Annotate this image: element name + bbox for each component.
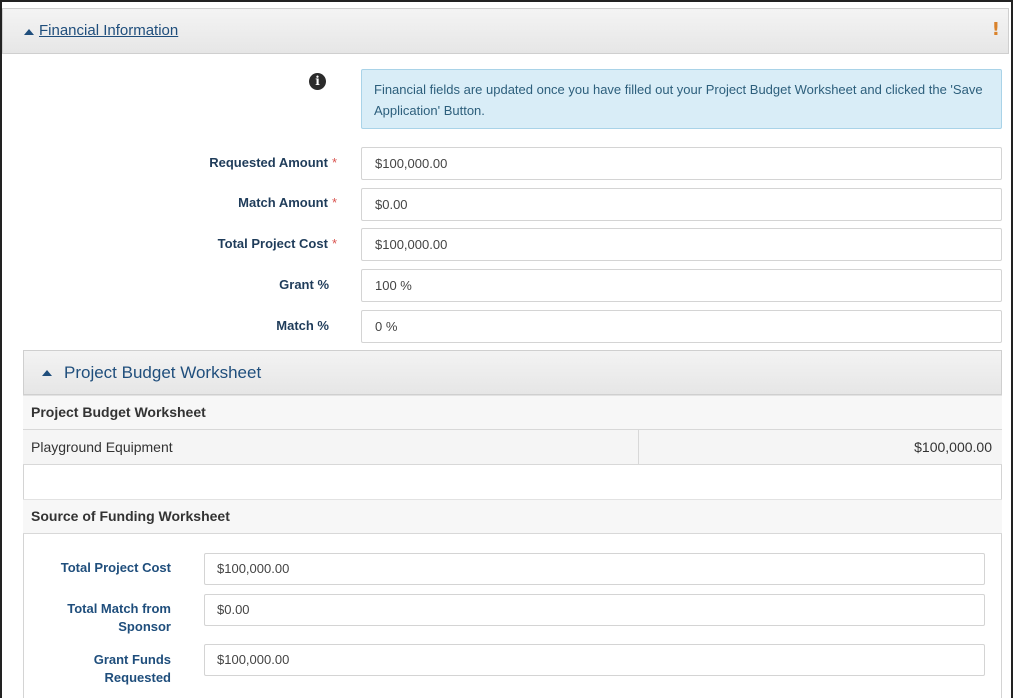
requested-amount-label: Requested Amount * xyxy=(209,155,337,170)
source-of-funding-heading: Source of Funding Worksheet xyxy=(23,499,1002,534)
total-match-from-sponsor-field[interactable]: $0.00 xyxy=(204,594,985,626)
caret-up-icon[interactable] xyxy=(24,29,34,35)
project-budget-worksheet-title[interactable]: Project Budget Worksheet xyxy=(64,363,261,383)
match-percent-field[interactable]: 0 % xyxy=(361,310,1002,343)
grant-funds-requested-label: Grant Funds Requested xyxy=(93,652,171,685)
grant-percent-field[interactable]: 100 % xyxy=(361,269,1002,302)
table-row: Playground Equipment $100,000.00 xyxy=(23,430,1002,465)
info-message: Financial fields are updated once you ha… xyxy=(361,69,1002,129)
budget-item-cell: Playground Equipment xyxy=(23,430,639,464)
match-amount-field[interactable]: $0.00 xyxy=(361,188,1002,221)
total-project-cost-label: Total Project Cost * xyxy=(217,236,337,251)
budget-table-heading: Project Budget Worksheet xyxy=(23,395,1002,430)
project-budget-worksheet-header[interactable]: Project Budget Worksheet xyxy=(23,350,1002,395)
exclamation-icon: ! xyxy=(991,19,1000,40)
info-circle-icon: i xyxy=(309,73,326,90)
grant-percent-label: Grant % xyxy=(279,277,329,292)
match-percent-label: Match % xyxy=(276,318,329,333)
caret-up-icon[interactable] xyxy=(42,370,52,376)
requested-amount-field[interactable]: $100,000.00 xyxy=(361,147,1002,180)
financial-information-header[interactable]: Financial Information ! xyxy=(2,8,1009,54)
grant-funds-requested-field[interactable]: $100,000.00 xyxy=(204,644,985,676)
budget-amount-cell: $100,000.00 xyxy=(914,439,992,455)
match-amount-label: Match Amount * xyxy=(238,195,337,210)
financial-information-title[interactable]: Financial Information xyxy=(39,22,178,39)
funding-total-project-cost-label: Total Project Cost xyxy=(60,560,171,575)
total-match-from-sponsor-label: Total Match from Sponsor xyxy=(67,601,171,634)
total-project-cost-field[interactable]: $100,000.00 xyxy=(361,228,1002,261)
funding-total-project-cost-field[interactable]: $100,000.00 xyxy=(204,553,985,585)
